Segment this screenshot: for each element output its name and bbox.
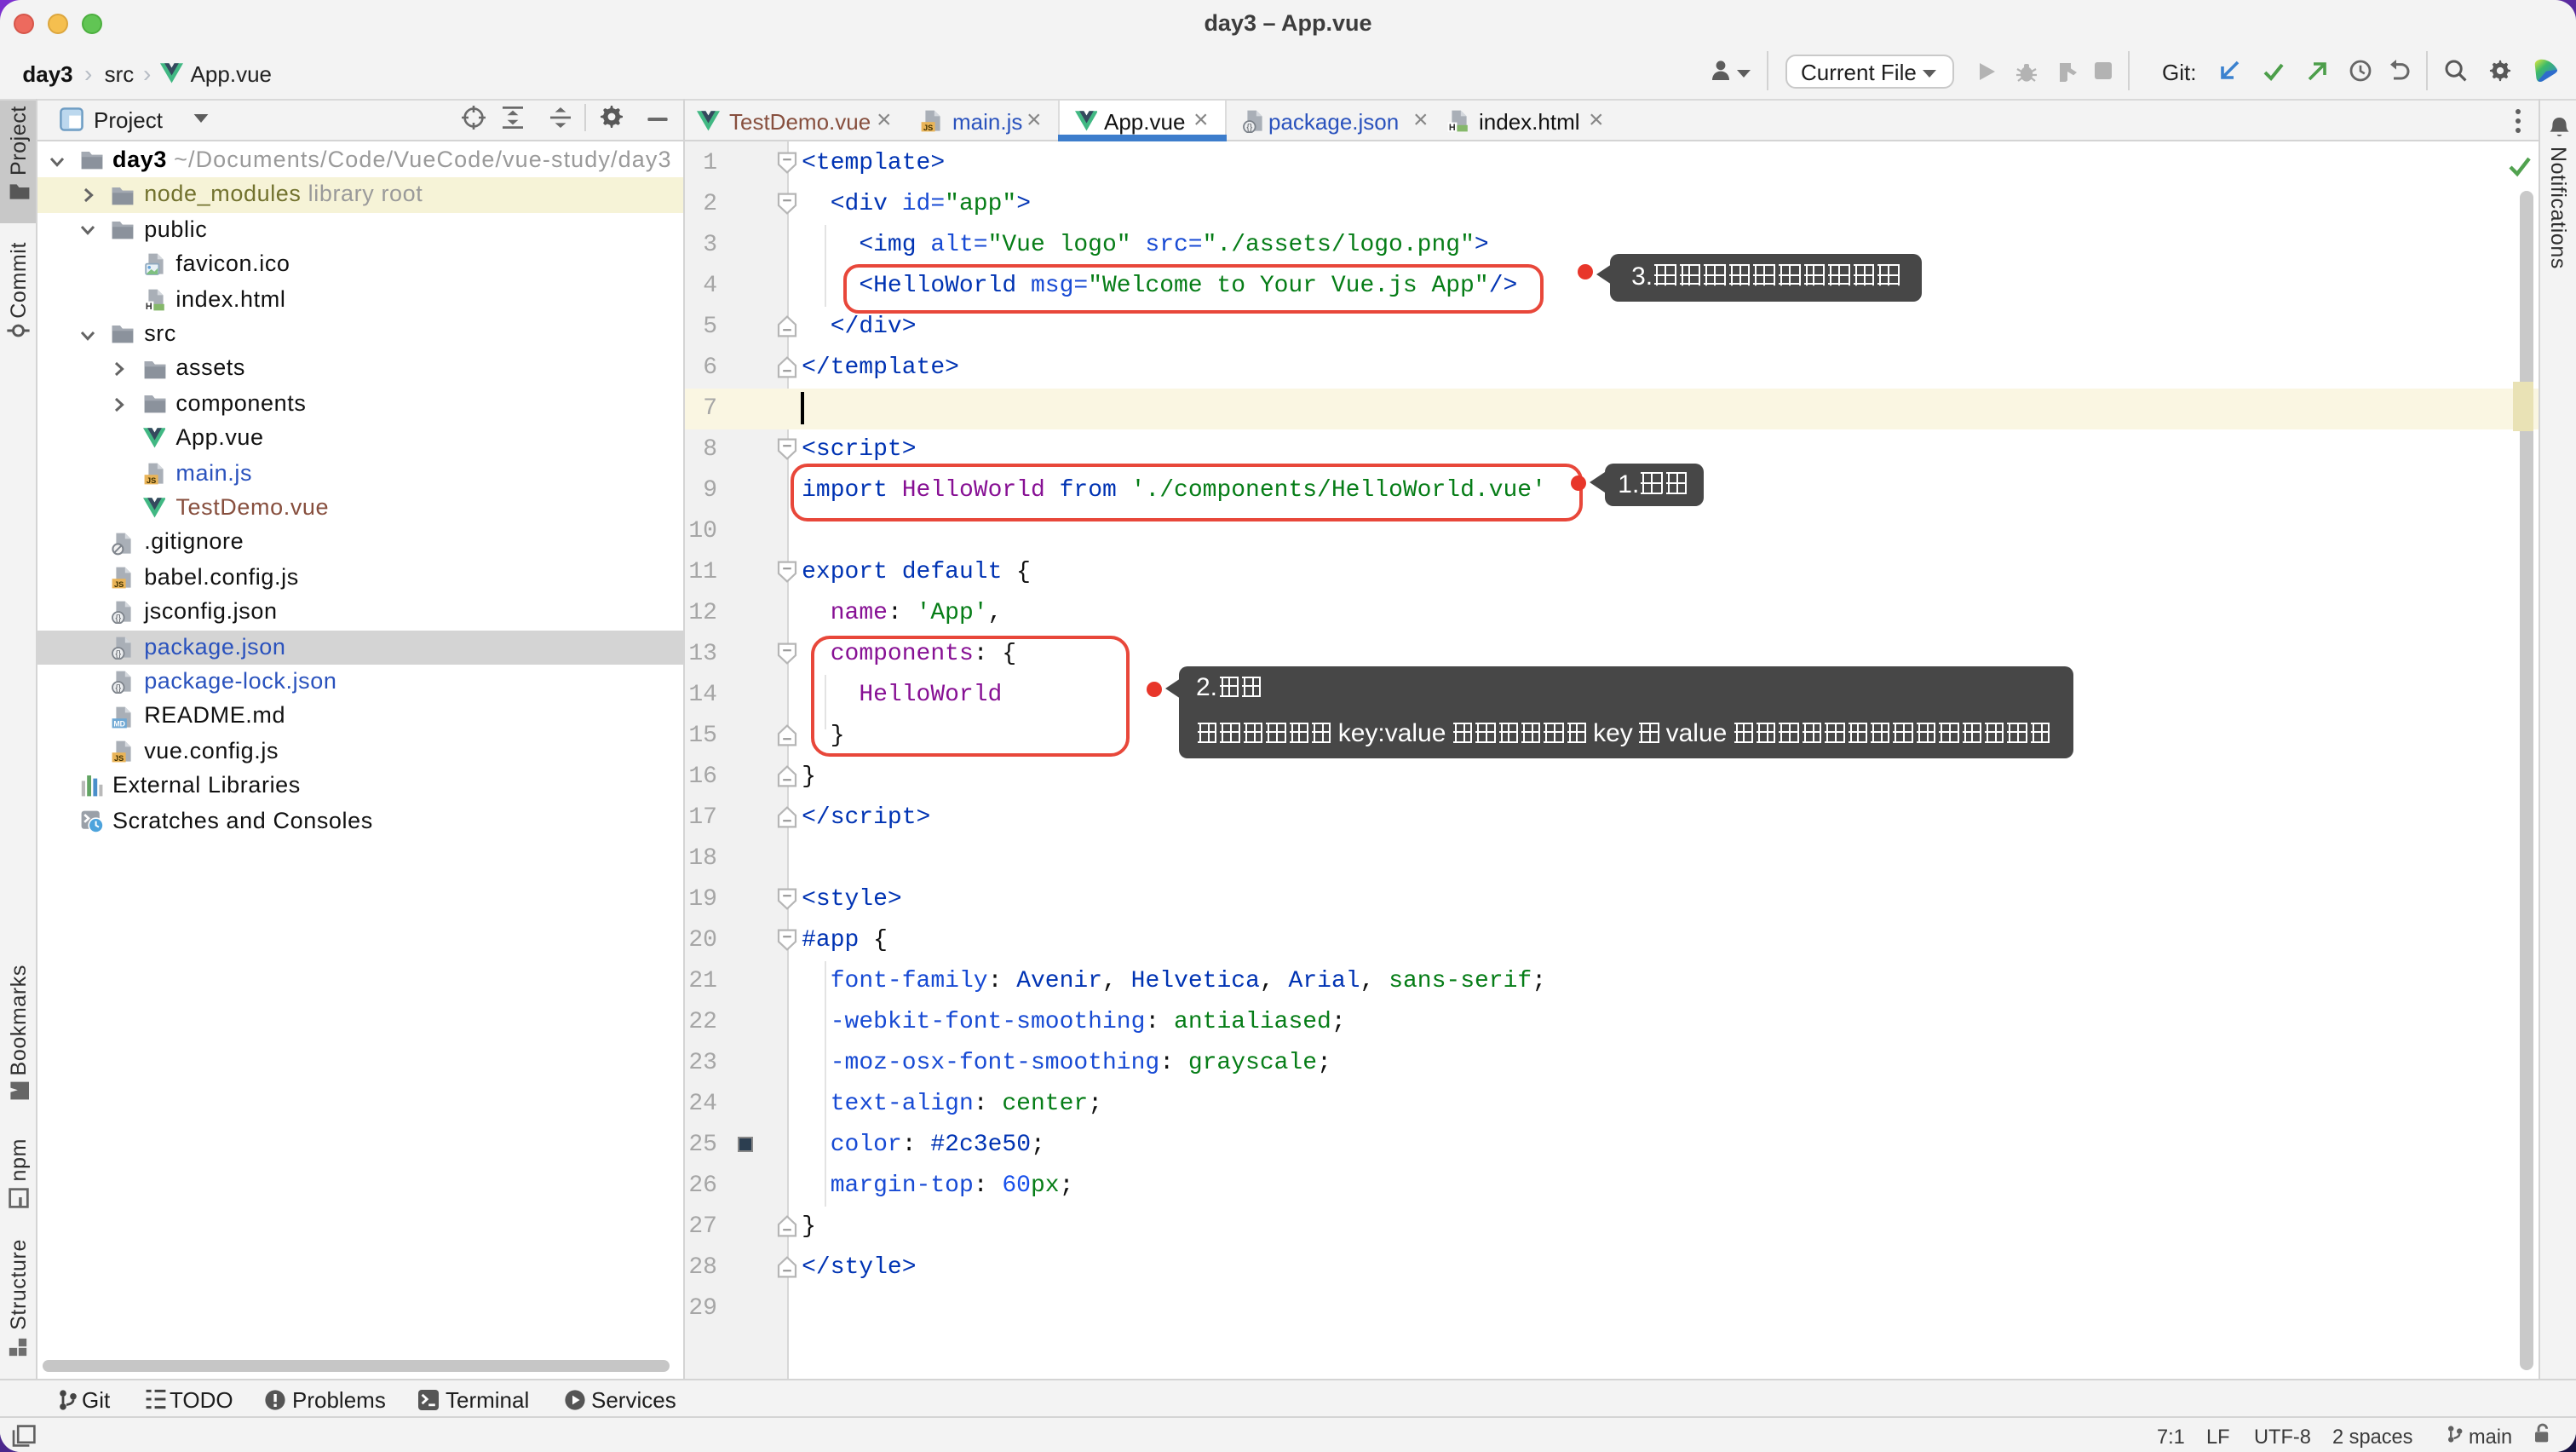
svg-text:{}: {} <box>116 684 122 694</box>
svg-text:{}: {} <box>1246 123 1252 132</box>
svg-text:MD: MD <box>114 719 126 728</box>
svg-text:JS: JS <box>923 123 933 131</box>
svg-text:JS: JS <box>114 754 124 763</box>
svg-text:H: H <box>145 302 152 312</box>
svg-text:JS: JS <box>146 475 155 484</box>
svg-text:{}: {} <box>116 649 122 659</box>
svg-text:JS: JS <box>114 580 124 589</box>
svg-text:H: H <box>1449 122 1456 132</box>
svg-text:{}: {} <box>116 614 122 624</box>
